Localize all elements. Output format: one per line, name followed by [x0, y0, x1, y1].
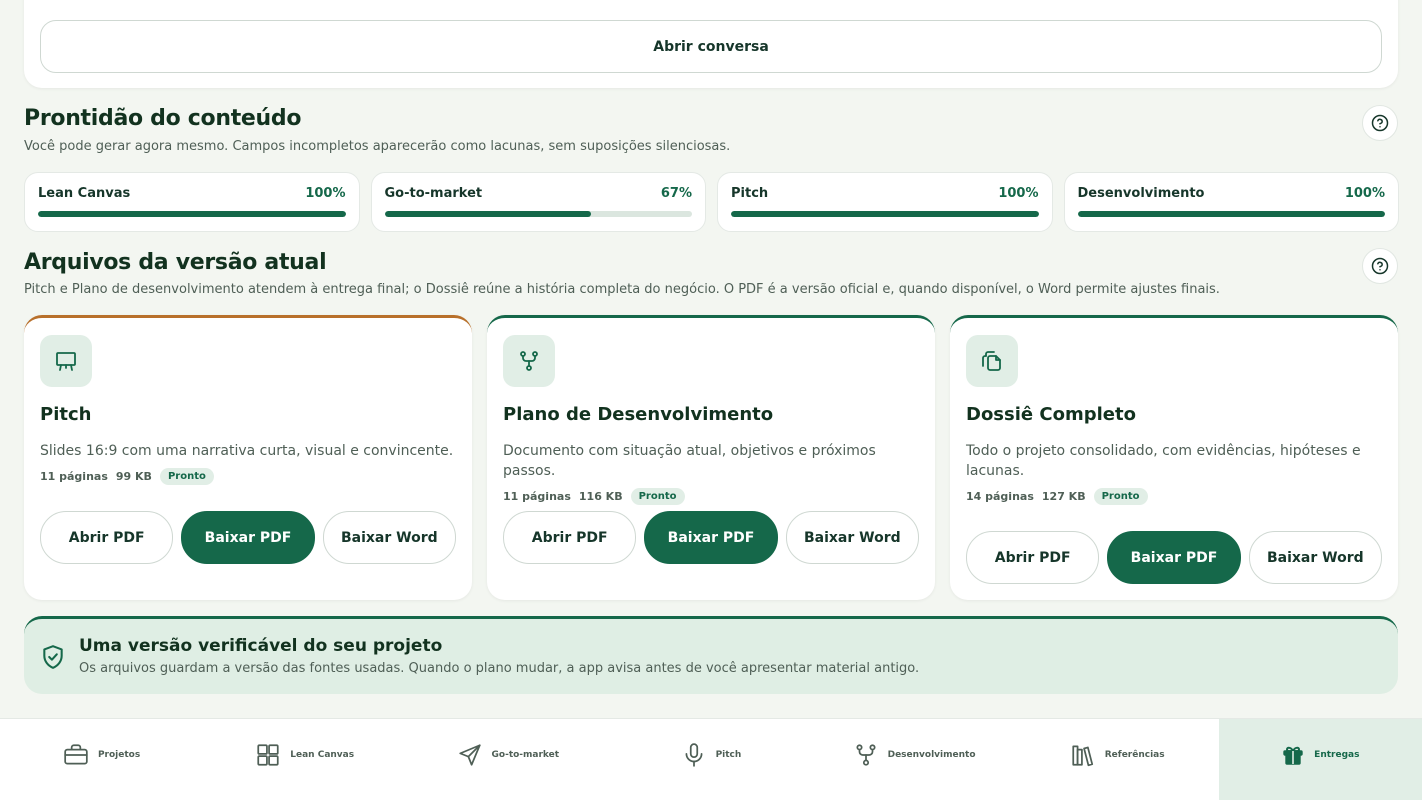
- help-circle-icon: [1371, 257, 1389, 275]
- nav-item-entregas[interactable]: Entregas: [1218, 719, 1422, 800]
- file-description: Documento com situação atual, objetivos …: [503, 443, 876, 479]
- nav-label: Desenvolvimento: [887, 749, 976, 760]
- readiness-label: Pitch: [731, 186, 769, 201]
- open-pdf-button[interactable]: Abrir PDF: [503, 511, 637, 564]
- file-description: Todo o projeto consolidado, com evidênci…: [966, 443, 1361, 479]
- progress-bar-fill: [38, 211, 346, 217]
- download-word-button[interactable]: Baixar Word: [1248, 531, 1382, 584]
- verifiable-title: Uma versão verificável do seu projeto: [79, 636, 443, 656]
- readiness-label: Lean Canvas: [38, 186, 131, 201]
- file-card-pitch: Pitch Slides 16:9 com uma narrativa curt…: [24, 315, 472, 600]
- file-card-dossie: Dossiê Completo Todo o projeto consolida…: [950, 315, 1398, 600]
- open-pdf-button[interactable]: Abrir PDF: [966, 531, 1100, 584]
- file-meta: 11 páginas 116 KB Pronto: [503, 488, 919, 505]
- readiness-card-pitch: Pitch 100%: [717, 172, 1053, 232]
- nav-label: Go-to-market: [491, 749, 560, 760]
- file-description: Slides 16:9 com uma narrativa curta, vis…: [40, 443, 454, 459]
- readiness-percent: 100%: [1344, 186, 1385, 201]
- status-badge: Pronto: [159, 468, 214, 485]
- readiness-percent: 100%: [305, 186, 346, 201]
- file-pages: 11 páginas: [40, 470, 108, 483]
- briefcase-icon: [64, 743, 88, 765]
- bottom-nav: Projetos Lean Canvas Go-to-market Pitch …: [0, 718, 1422, 800]
- readiness-card-lean-canvas: Lean Canvas 100%: [24, 172, 360, 232]
- download-word-button[interactable]: Baixar Word: [322, 511, 456, 564]
- nav-item-lean-canvas[interactable]: Lean Canvas: [203, 719, 406, 800]
- progress-bar: [38, 211, 346, 217]
- files-subtitle: Pitch e Plano de desenvolvimento atendem…: [24, 282, 1220, 297]
- progress-bar-fill: [384, 211, 591, 217]
- help-circle-icon: [1371, 114, 1389, 132]
- nav-item-desenvolvimento[interactable]: Desenvolvimento: [813, 719, 1016, 800]
- microphone-icon: [685, 742, 703, 767]
- nav-item-projetos[interactable]: Projetos: [0, 719, 203, 800]
- file-size: 127 KB: [1041, 490, 1086, 503]
- files-help-button[interactable]: [1362, 248, 1398, 284]
- shield-check-icon: [43, 645, 63, 669]
- file-actions: Abrir PDF Baixar PDF Baixar Word: [966, 531, 1382, 584]
- documents-icon: [982, 351, 1001, 371]
- file-meta: 14 páginas 127 KB Pronto: [966, 488, 1382, 505]
- readiness-help-button[interactable]: [1362, 105, 1398, 141]
- file-cards: Pitch Slides 16:9 com uma narrativa curt…: [24, 315, 1398, 600]
- download-word-button[interactable]: Baixar Word: [785, 511, 919, 564]
- file-title: Plano de Desenvolvimento: [503, 404, 774, 425]
- open-chat-button[interactable]: Abrir conversa: [40, 20, 1382, 73]
- file-title: Pitch: [40, 404, 92, 425]
- nav-item-referencias[interactable]: Referências: [1016, 719, 1219, 800]
- file-title: Dossiê Completo: [966, 404, 1136, 425]
- readiness-title: Prontidão do conteúdo: [24, 106, 302, 131]
- presentation-icon: [56, 352, 76, 371]
- nav-label: Projetos: [97, 749, 141, 760]
- download-pdf-button[interactable]: Baixar PDF: [1107, 531, 1241, 584]
- file-icon-box: [40, 335, 92, 387]
- file-size: 116 KB: [578, 490, 623, 503]
- download-pdf-button[interactable]: Baixar PDF: [181, 511, 315, 564]
- file-icon-box: [503, 335, 555, 387]
- download-pdf-button[interactable]: Baixar PDF: [644, 511, 778, 564]
- progress-bar-fill: [1077, 211, 1385, 217]
- send-icon: [458, 743, 481, 766]
- readiness-list: Lean Canvas 100% Go-to-market 67% Pitch 100…: [24, 172, 1399, 232]
- progress-bar-fill: [731, 211, 1039, 217]
- file-pages: 11 páginas: [503, 490, 571, 503]
- grid-icon: [257, 743, 279, 766]
- file-meta: 11 páginas 99 KB Pronto: [40, 468, 456, 485]
- git-fork-icon: [856, 743, 876, 766]
- file-pages: 14 páginas: [966, 490, 1034, 503]
- file-icon-box: [966, 335, 1018, 387]
- readiness-subtitle: Você pode gerar agora mesmo. Campos inco…: [24, 139, 731, 154]
- nav-label: Lean Canvas: [290, 749, 355, 760]
- progress-bar: [731, 211, 1039, 217]
- file-actions: Abrir PDF Baixar PDF Baixar Word: [40, 511, 456, 564]
- nav-label: Entregas: [1314, 749, 1360, 760]
- git-fork-icon: [520, 351, 538, 371]
- verifiable-banner: Uma versão verificável do seu projeto Os…: [24, 616, 1398, 694]
- file-card-plano: Plano de Desenvolvimento Documento com s…: [487, 315, 935, 600]
- nav-item-pitch[interactable]: Pitch: [609, 719, 812, 800]
- nav-label: Pitch: [715, 749, 742, 760]
- file-actions: Abrir PDF Baixar PDF Baixar Word: [503, 511, 919, 564]
- readiness-label: Desenvolvimento: [1077, 186, 1205, 201]
- verifiable-subtitle: Os arquivos guardam a versão das fontes …: [79, 661, 920, 676]
- open-pdf-button[interactable]: Abrir PDF: [40, 511, 174, 564]
- gift-icon: [1283, 746, 1303, 765]
- readiness-card-desenvolvimento: Desenvolvimento 100%: [1063, 172, 1399, 232]
- readiness-percent: 100%: [998, 186, 1039, 201]
- nav-item-go-to-market[interactable]: Go-to-market: [406, 719, 609, 800]
- chat-card: Abrir conversa: [24, 0, 1398, 88]
- readiness-label: Go-to-market: [384, 186, 483, 201]
- files-title: Arquivos da versão atual: [24, 250, 327, 275]
- progress-bar: [384, 211, 692, 217]
- status-badge: Pronto: [630, 488, 685, 505]
- nav-label: Referências: [1104, 749, 1165, 760]
- readiness-card-go-to-market: Go-to-market 67%: [370, 172, 706, 232]
- readiness-percent: 67%: [660, 186, 692, 201]
- file-size: 99 KB: [115, 470, 152, 483]
- library-icon: [1072, 744, 1093, 766]
- status-badge: Pronto: [1093, 488, 1148, 505]
- progress-bar: [1077, 211, 1385, 217]
